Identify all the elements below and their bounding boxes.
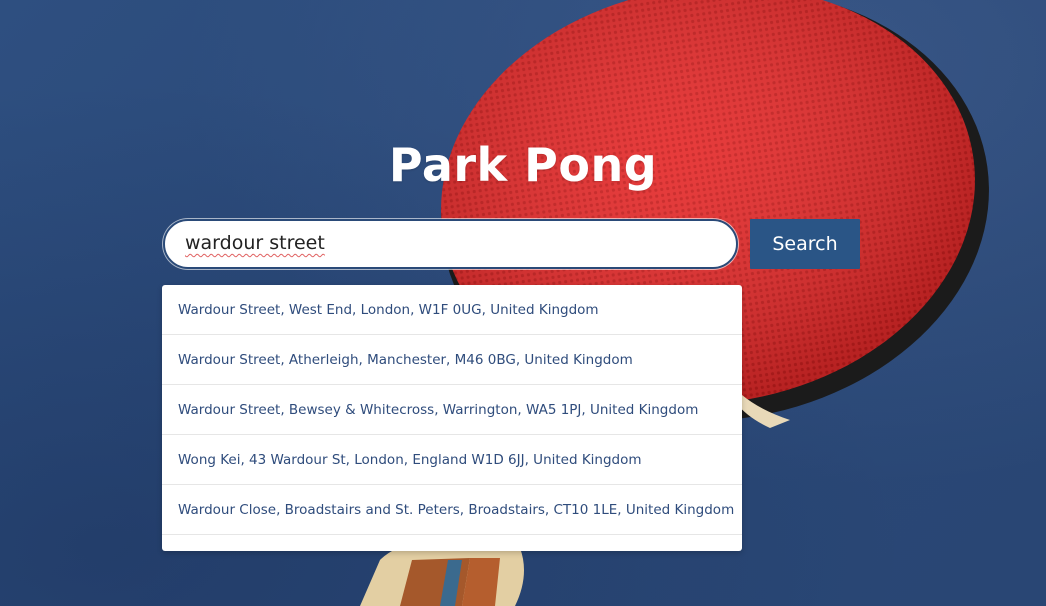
search-button[interactable]: Search — [750, 219, 860, 269]
page-title: Park Pong — [388, 138, 658, 192]
suggestion-item[interactable]: Wardour Street, West End, London, W1F 0U… — [162, 285, 742, 335]
suggestion-item[interactable]: Wardour Street, Atherleigh, Manchester, … — [162, 335, 742, 385]
autocomplete-suggestions: Wardour Street, West End, London, W1F 0U… — [162, 285, 742, 551]
suggestion-item[interactable]: Wardour Close, Broadstairs and St. Peter… — [162, 485, 742, 535]
search-input[interactable] — [163, 219, 738, 269]
suggestion-item[interactable]: Wardour Street, Bewsey & Whitecross, War… — [162, 385, 742, 435]
suggestion-item[interactable]: Wong Kei, 43 Wardour St, London, England… — [162, 435, 742, 485]
